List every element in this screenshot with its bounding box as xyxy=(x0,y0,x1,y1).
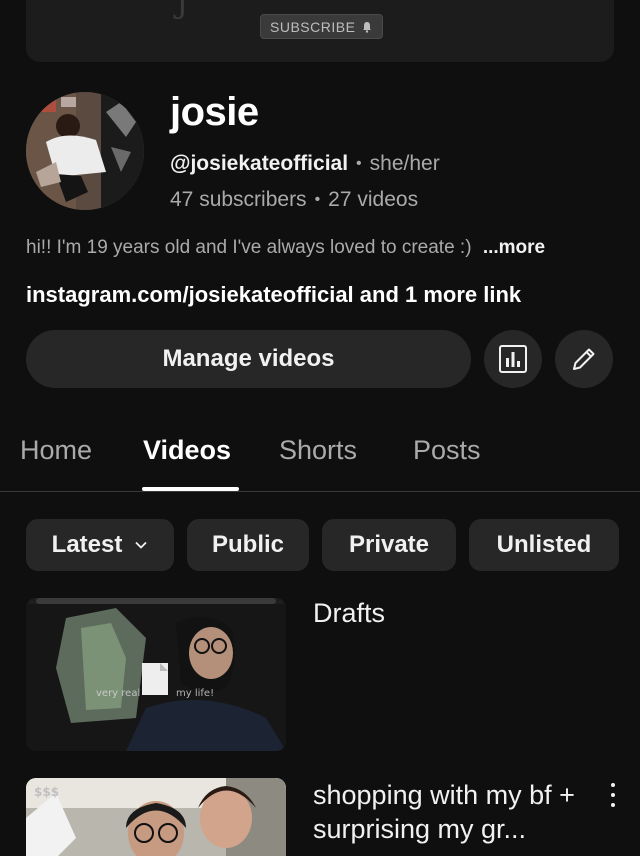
channel-name: josie xyxy=(170,90,259,134)
filter-public[interactable]: Public xyxy=(187,519,309,571)
video-thumbnail[interactable]: very real my life! xyxy=(26,598,286,751)
filter-private[interactable]: Private xyxy=(322,519,456,571)
video-title[interactable]: shopping with my bf + surprising my gr..… xyxy=(313,778,603,846)
bio-text: hi!! I'm 19 years old and I've always lo… xyxy=(26,237,472,258)
more-options-icon[interactable] xyxy=(605,780,621,810)
handle-row: @josiekateofficial • she/her xyxy=(170,152,440,176)
video-thumbnail[interactable]: $$$ xyxy=(26,778,286,856)
avatar-photo xyxy=(26,92,144,210)
chevron-down-icon xyxy=(135,541,147,549)
analytics-button[interactable] xyxy=(484,330,542,388)
channel-banner: J SUBSCRIBE xyxy=(26,0,614,62)
separator-dot: • xyxy=(314,191,321,208)
bar-chart-icon xyxy=(499,345,527,373)
tab-videos[interactable]: Videos xyxy=(143,435,231,466)
edit-channel-button[interactable] xyxy=(555,330,613,388)
filter-latest-label: Latest xyxy=(51,531,123,558)
bio-more-link[interactable]: ...more xyxy=(483,237,545,258)
bell-icon xyxy=(363,21,372,33)
video-thumbnail-image: $$$ xyxy=(26,778,286,856)
svg-text:$$$: $$$ xyxy=(34,785,59,799)
manage-videos-button[interactable]: Manage videos xyxy=(26,330,471,388)
video-count: 27 videos xyxy=(328,188,419,211)
channel-tabs: Home Videos Shorts Posts xyxy=(0,425,640,492)
drafts-thumbnail-image: very real my life! xyxy=(26,598,286,751)
banner-subscribe-watermark: SUBSCRIBE xyxy=(260,14,384,39)
banner-artwork: J xyxy=(176,0,189,21)
subscribe-label: SUBSCRIBE xyxy=(270,18,356,35)
channel-avatar[interactable] xyxy=(26,92,144,210)
channel-links[interactable]: instagram.com/josiekateofficial and 1 mo… xyxy=(26,282,521,308)
pencil-icon xyxy=(573,348,595,370)
video-title[interactable]: Drafts xyxy=(313,598,385,629)
subscriber-count: 47 subscribers xyxy=(170,188,307,211)
channel-bio[interactable]: hi!! I'm 19 years old and I've always lo… xyxy=(26,237,545,259)
tab-shorts[interactable]: Shorts xyxy=(279,435,357,466)
stats-row: 47 subscribers • 27 videos xyxy=(170,188,418,212)
tab-posts[interactable]: Posts xyxy=(413,435,481,466)
filter-latest-dropdown[interactable]: Latest xyxy=(26,519,174,571)
separator-dot: • xyxy=(356,155,362,172)
active-tab-indicator xyxy=(142,487,239,491)
filter-unlisted[interactable]: Unlisted xyxy=(469,519,619,571)
tab-home[interactable]: Home xyxy=(20,435,92,466)
svg-text:very real: very real xyxy=(96,688,140,699)
channel-handle: @josiekateofficial xyxy=(170,152,349,175)
channel-pronouns: she/her xyxy=(369,152,440,175)
svg-text:my life!: my life! xyxy=(176,688,214,699)
